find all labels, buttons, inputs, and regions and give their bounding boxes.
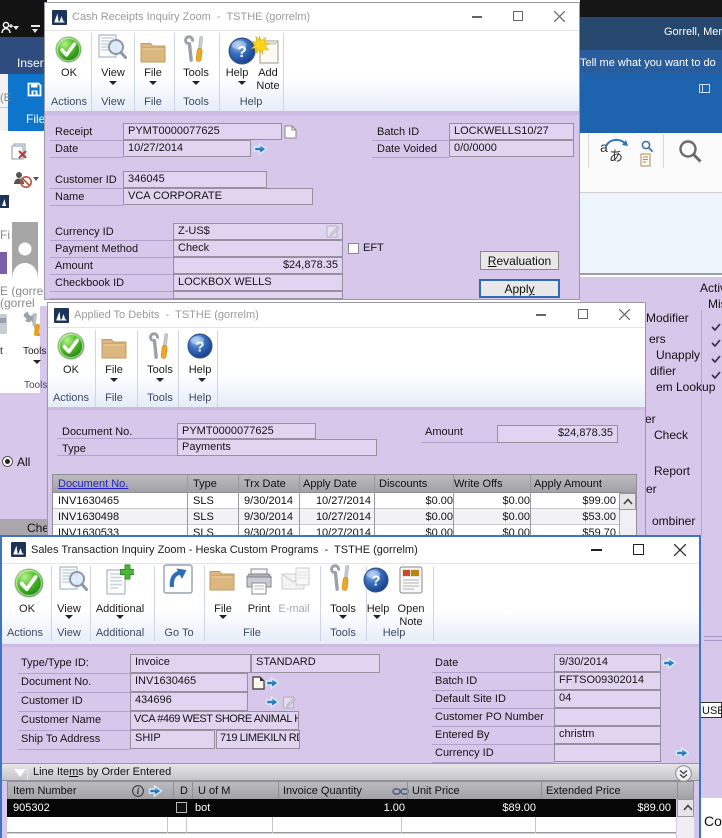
svg-text:i: i bbox=[137, 786, 140, 796]
svg-text:?: ? bbox=[237, 44, 247, 61]
svg-text:?: ? bbox=[195, 340, 204, 356]
svg-text:?: ? bbox=[371, 574, 380, 590]
